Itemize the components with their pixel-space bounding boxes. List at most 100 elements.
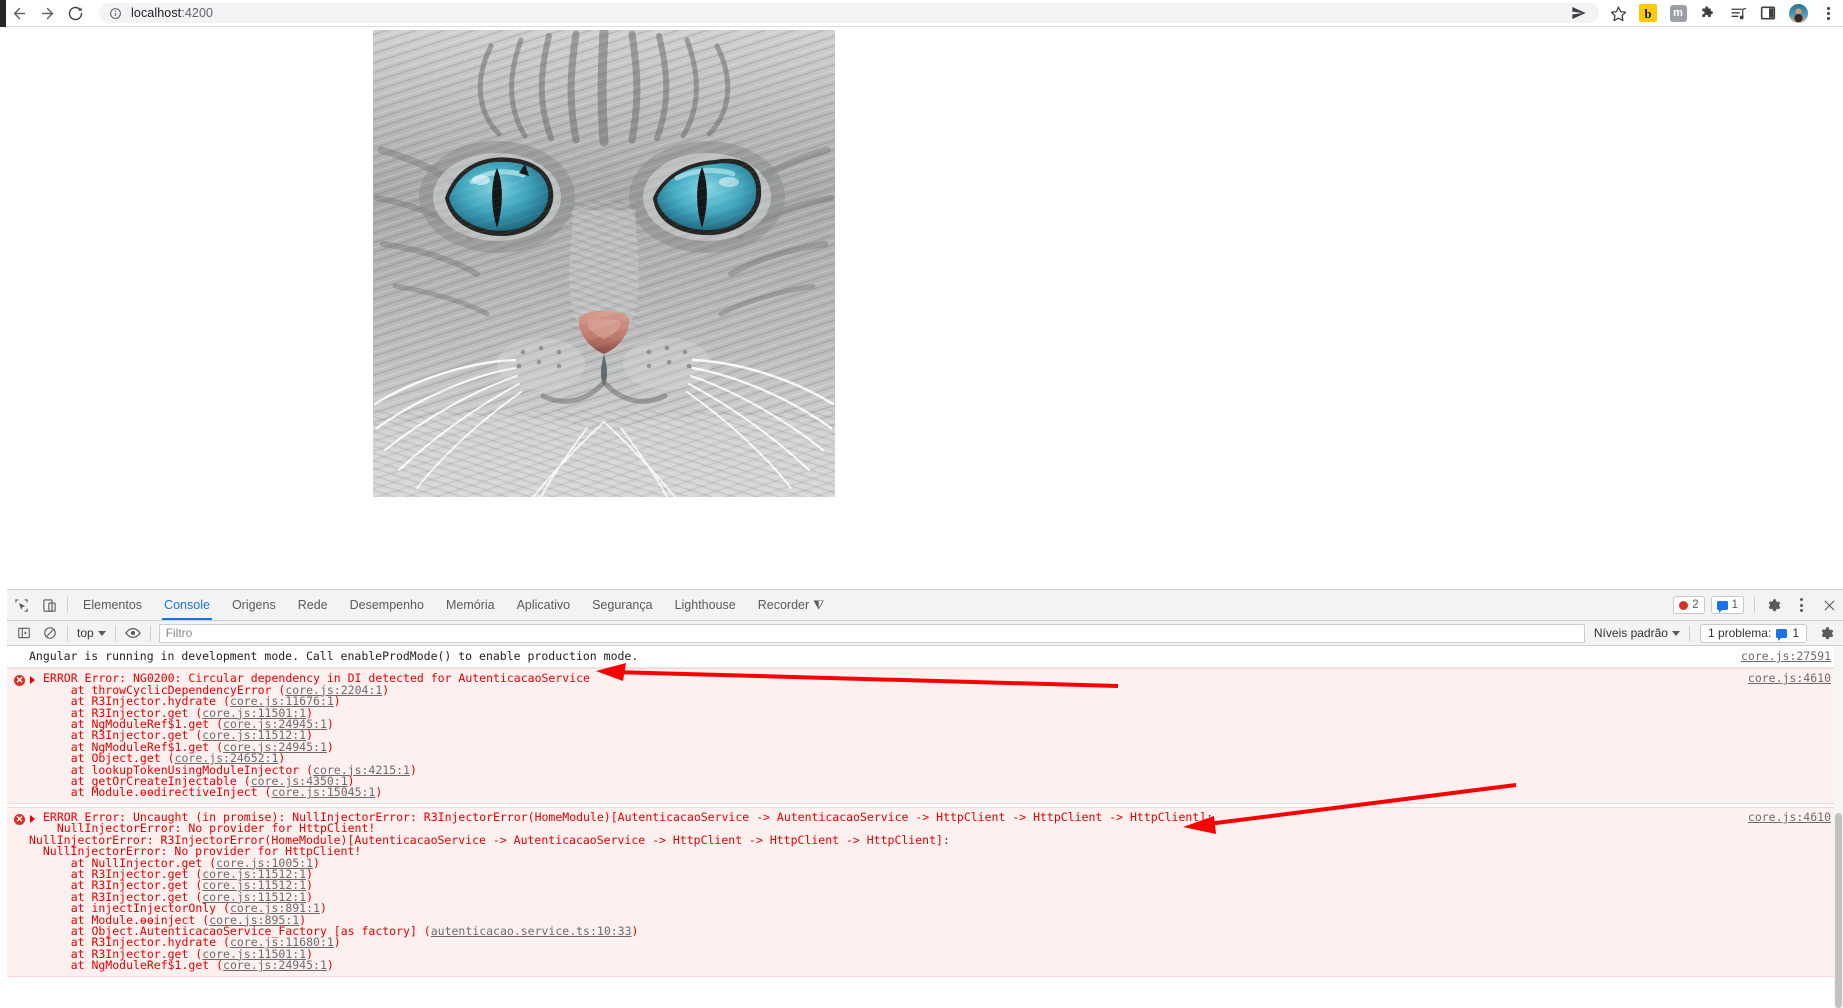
tab-lighthouse[interactable]: Lighthouse [664,590,747,620]
divider [149,625,151,641]
tab-desempenho[interactable]: Desempenho [339,590,435,620]
metamask-extension-icon[interactable]: m [1663,0,1693,27]
url-host: localhost [131,6,182,20]
info-circle-icon[interactable] [109,7,122,20]
live-expression-icon[interactable] [120,621,146,646]
stack-close: ) [333,694,341,709]
tab-label: Memória [445,598,495,612]
divider [1754,597,1755,613]
cat-photo-svg [373,30,835,497]
clear-console-icon[interactable] [37,621,63,646]
console-message-info[interactable]: Angular is running in development mode. … [7,647,1843,669]
stack-link[interactable]: autenticacao.service.ts:10:33 [431,924,632,938]
bitwarden-glyph: b [1639,4,1658,22]
problems-count: 1 [1792,626,1799,640]
console-sidebar-icon[interactable] [11,621,37,646]
bitwarden-extension-icon[interactable]: b [1633,0,1663,27]
inspect-element-icon[interactable] [7,590,35,620]
toggle-device-toolbar-icon[interactable] [35,590,63,620]
tab-elementos[interactable]: Elementos [72,590,153,620]
divider [1688,625,1690,641]
expand-triangle-icon[interactable] [30,814,35,823]
console-message-error-2[interactable]: ✕ core.js:4610 ERROR Error: Uncaught (in… [7,806,1843,977]
stack-line: at NgModuleRef$1.get (core.js:24945:1) [29,741,1843,753]
tab-label: Origens [231,598,276,612]
tab-label: Lighthouse [674,598,736,612]
tab-label: Desempenho [349,598,424,612]
warning-count: 1 [1731,599,1738,611]
expand-triangle-icon[interactable] [30,676,35,685]
chevron-down-icon [97,630,106,636]
stack-close: ) [333,935,341,950]
source-link[interactable]: core.js:4610 [1748,672,1831,684]
tab-aplicativo[interactable]: Aplicativo [506,590,582,620]
stack-close: ) [631,923,639,938]
address-bar-url: localhost:4200 [131,6,213,20]
log-level-selector[interactable]: Níveis padrão [1589,624,1685,643]
context-selector[interactable]: top [72,624,111,643]
console-info-text: Angular is running in development mode. … [29,649,639,663]
puzzle-extensions-icon[interactable] [1693,0,1723,27]
source-link[interactable]: core.js:27591 [1741,650,1831,662]
stack-close: ) [326,717,334,732]
reading-list-icon[interactable] [1723,0,1753,27]
stack-fn: at Module.ɵɵdirectiveInject ( [43,785,272,800]
tab-memoria[interactable]: Memória [435,590,506,620]
warning-counter[interactable]: 1 [1710,596,1744,614]
tab-console[interactable]: Console [153,590,221,620]
close-icon[interactable] [1815,599,1843,612]
tab-seguranca[interactable]: Segurança [581,590,663,620]
error-dot-icon [1679,600,1689,610]
console-message-error-1[interactable]: ✕ core.js:4610 ERROR Error: NG0200: Circ… [7,668,1843,804]
stack-close: ) [319,901,327,916]
metamask-glyph: m [1669,4,1687,22]
error-counter[interactable]: 2 [1673,596,1705,614]
scrollbar-thumb[interactable] [1835,813,1842,1008]
tab-origens[interactable]: Origens [221,590,287,620]
error-count: 2 [1692,599,1699,611]
divider [67,625,68,641]
page-viewport [7,27,1843,589]
devtools-panel: Elementos Console Origens Rede Desempenh… [7,589,1843,1008]
stack-fn: at NgModuleRef$1.get ( [43,958,224,973]
source-link[interactable]: core.js:4610 [1748,811,1831,823]
stack-close: ) [375,785,383,800]
address-bar[interactable]: localhost:4200 [99,3,1600,26]
stack-close: ) [409,762,417,777]
url-port: :4200 [181,6,214,20]
console-scrollbar[interactable] [1834,647,1843,1008]
tab-label: Rede [297,598,328,612]
problems-badge[interactable]: 1 problema: 1 [1699,623,1807,643]
console-toolbar: top Níveis padrão 1 problema: 1 [7,621,1843,646]
problems-label: 1 problema: [1707,626,1772,640]
stack-link[interactable]: core.js:24945:1 [223,958,327,972]
cat-photo [373,30,835,497]
tab-recorder[interactable]: Recorder ⧨ [747,590,836,620]
share-icon[interactable] [1571,5,1587,26]
divider [114,625,116,641]
console-settings-icon[interactable] [1813,621,1839,646]
reload-button[interactable] [61,0,89,27]
stack-close: ) [382,682,390,697]
divider [67,597,68,613]
console-message-list[interactable]: Angular is running in development mode. … [7,647,1843,1008]
context-selector-value: top [77,626,94,640]
stack-link[interactable]: core.js:15045:1 [271,785,375,799]
stack-close: ) [313,855,320,870]
tab-label: Segurança [592,598,653,612]
filter-input[interactable] [158,623,1585,643]
browser-toolbar: localhost:4200 b m [0,0,1843,27]
tab-label: Aplicativo [516,598,571,612]
star-icon[interactable] [1603,0,1633,27]
back-button[interactable] [6,0,34,27]
chrome-menu-icon[interactable] [1813,0,1843,27]
gear-icon[interactable] [1759,598,1787,613]
log-level-value: Níveis padrão [1593,626,1668,640]
forward-button[interactable] [33,0,61,27]
kebab-menu-icon[interactable] [1787,598,1815,612]
tab-label: Console [164,598,210,612]
side-panel-icon[interactable] [1753,0,1783,27]
tab-rede[interactable]: Rede [287,590,339,620]
avatar[interactable] [1783,0,1813,27]
